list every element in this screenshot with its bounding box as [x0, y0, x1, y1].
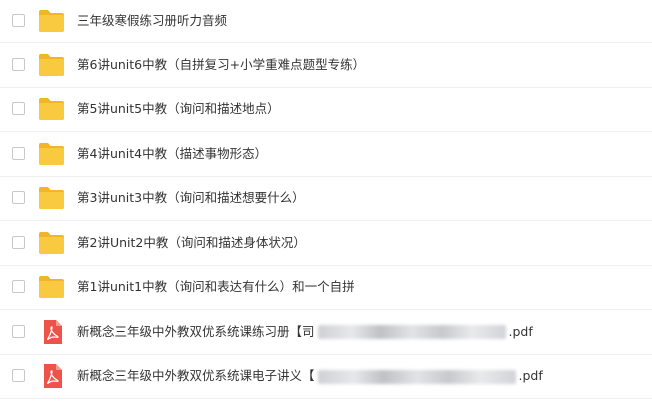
select-checkbox[interactable]: [12, 280, 25, 294]
file-list: 三年级寒假练习册听力音频 第6讲unit6中教（自拼复习+小学重难点题型专练） …: [0, 0, 652, 399]
folder-icon: [39, 10, 64, 32]
file-name[interactable]: 第2讲Unit2中教（询问和描述身体状况）: [77, 234, 306, 252]
select-checkbox[interactable]: [12, 102, 25, 116]
select-checkbox[interactable]: [12, 235, 25, 249]
folder-icon: [39, 142, 64, 165]
select-checkbox[interactable]: [12, 324, 25, 338]
list-item[interactable]: 第4讲unit4中教（描述事物形态）: [0, 132, 652, 177]
pdf-icon: [44, 364, 62, 389]
select-checkbox[interactable]: [12, 146, 25, 160]
file-name[interactable]: 第6讲unit6中教（自拼复习+小学重难点题型专练）: [77, 56, 365, 74]
file-name[interactable]: 三年级寒假练习册听力音频: [77, 12, 227, 30]
file-name[interactable]: 第5讲unit5中教（询问和描述地点）: [77, 100, 280, 118]
list-item[interactable]: 第5讲unit5中教（询问和描述地点）: [0, 88, 652, 132]
list-item[interactable]: 三年级寒假练习册听力音频: [0, 0, 652, 43]
file-extension: .pdf: [518, 368, 543, 384]
select-checkbox[interactable]: [12, 14, 25, 27]
folder-icon: [39, 231, 64, 254]
list-item[interactable]: 新概念三年级中外教双优系统课电子讲义【 .pdf: [0, 355, 652, 399]
list-item[interactable]: 新概念三年级中外教双优系统课练习册【司 .pdf: [0, 310, 652, 355]
file-extension: .pdf: [508, 323, 533, 339]
file-name-prefix: 新概念三年级中外教双优系统课练习册【司: [77, 323, 315, 339]
file-name[interactable]: 新概念三年级中外教双优系统课电子讲义【 .pdf: [77, 367, 543, 385]
select-checkbox[interactable]: [12, 57, 25, 71]
list-item[interactable]: 第6讲unit6中教（自拼复习+小学重难点题型专练）: [0, 43, 652, 88]
file-name[interactable]: 第1讲unit1中教（询问和表达有什么）和一个自拼: [77, 278, 355, 296]
folder-icon: [39, 53, 64, 76]
folder-icon: [39, 276, 64, 299]
file-name[interactable]: 第4讲unit4中教（描述事物形态）: [77, 145, 267, 163]
folder-icon: [39, 98, 64, 121]
pdf-icon: [44, 319, 62, 344]
file-name[interactable]: 新概念三年级中外教双优系统课练习册【司 .pdf: [77, 323, 533, 341]
file-name[interactable]: 第3讲unit3中教（询问和描述想要什么）: [77, 189, 305, 207]
list-item[interactable]: 第3讲unit3中教（询问和描述想要什么）: [0, 177, 652, 221]
folder-icon: [39, 187, 64, 210]
redacted-text: [317, 325, 506, 340]
list-item[interactable]: 第1讲unit1中教（询问和表达有什么）和一个自拼: [0, 266, 652, 310]
select-checkbox[interactable]: [12, 369, 25, 383]
file-name-prefix: 新概念三年级中外教双优系统课电子讲义【: [77, 368, 315, 384]
redacted-text: [317, 369, 516, 384]
list-item[interactable]: 第2讲Unit2中教（询问和描述身体状况）: [0, 221, 652, 266]
select-checkbox[interactable]: [12, 191, 25, 205]
